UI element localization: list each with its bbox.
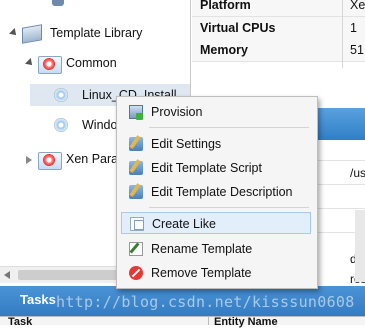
menu-item-label: Edit Settings [151, 137, 222, 151]
tree-item-template-library[interactable]: Template Library [50, 22, 142, 44]
menu-item-label: Rename Template [151, 242, 253, 256]
property-key: Memory [200, 43, 248, 57]
menu-item-rename-template[interactable]: Rename Template [121, 238, 311, 260]
scroll-left-icon[interactable] [4, 271, 10, 279]
menu-item-label: Edit Template Description [151, 185, 293, 199]
provision-icon [129, 105, 143, 120]
collapse-arrow-icon[interactable] [26, 156, 32, 164]
property-key: Platform [200, 0, 251, 12]
menu-item-label: Edit Template Script [151, 161, 262, 175]
context-menu: Provision Edit Settings Edit Template Sc… [116, 96, 318, 289]
edit-icon [129, 185, 143, 199]
property-value: 1 [350, 21, 357, 35]
server-icon [52, 0, 64, 6]
edit-icon [129, 137, 143, 151]
property-row: Virtual CPUs 1 [192, 17, 365, 40]
tree-item-common[interactable]: Common [66, 52, 117, 74]
column-task[interactable]: Task [8, 317, 32, 328]
menu-item-create-like[interactable]: Create Like [121, 212, 311, 234]
menu-item-edit-template-script[interactable]: Edit Template Script [121, 157, 311, 179]
cd-disc-icon [54, 118, 68, 132]
watermark-text: http://blog.csdn.net/kisssun0608 [56, 293, 355, 311]
property-row: Platform Xe [192, 0, 365, 17]
menu-item-provision[interactable]: Provision [121, 101, 311, 123]
property-value: 51 [350, 43, 364, 57]
property-key: Virtual CPUs [200, 21, 276, 35]
column-entity-name[interactable]: Entity Name [214, 317, 278, 328]
create-like-icon [130, 217, 144, 231]
menu-item-edit-template-description[interactable]: Edit Template Description [121, 181, 311, 203]
menu-item-label: Remove Template [151, 266, 252, 280]
tasks-title: Tasks [20, 292, 56, 307]
vertical-scrollbar[interactable] [355, 210, 365, 282]
remove-icon [129, 266, 143, 280]
expand-arrow-icon[interactable] [25, 58, 35, 68]
menu-item-label: Create Like [152, 217, 216, 231]
folder-cd-icon [38, 56, 62, 74]
cd-disc-icon [54, 88, 68, 102]
template-library-icon [22, 24, 42, 44]
menu-item-label: Provision [151, 105, 203, 119]
property-row: Memory 51 [192, 39, 365, 62]
folder-cd-icon [38, 152, 62, 170]
menu-item-edit-settings[interactable]: Edit Settings [121, 133, 311, 155]
menu-separator [149, 207, 309, 208]
edit-icon [129, 161, 143, 175]
menu-item-remove-template[interactable]: Remove Template [121, 262, 311, 284]
rename-icon [129, 242, 143, 256]
path-fragment: /us [350, 166, 365, 180]
menu-separator [149, 127, 309, 128]
column-divider [342, 0, 343, 68]
property-value: Xe [350, 0, 365, 12]
expand-arrow-icon[interactable] [9, 28, 19, 38]
